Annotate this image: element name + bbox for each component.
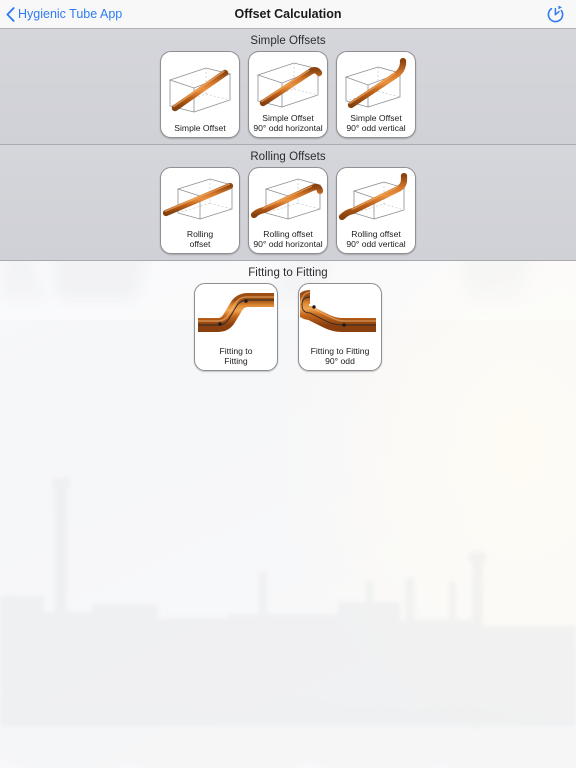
card-row-fitting-to-fitting: Fitting to Fitting Fitting to Fitting 90…: [0, 283, 576, 377]
box-pipe-rolling-icon: [161, 168, 239, 229]
section-title-simple-offsets: Simple Offsets: [250, 35, 326, 47]
pipe-z-bend-90-icon: [299, 284, 381, 346]
card-simple-offset-90-odd-horizontal[interactable]: Simple Offset 90° odd horizontal: [248, 51, 328, 138]
card-label: Fitting to Fitting: [219, 346, 253, 366]
navigation-bar: Hygienic Tube App Offset Calculation: [0, 0, 576, 29]
section-title-rolling-offsets: Rolling Offsets: [250, 151, 326, 163]
section-fitting-to-fitting: Fitting to Fitting Fitting to Fitting Fi…: [0, 261, 576, 377]
page-title: Offset Calculation: [234, 7, 342, 21]
card-label: Rolling offset 90° odd vertical: [346, 229, 406, 249]
card-label: Fitting to Fitting 90° odd: [310, 346, 370, 366]
refresh-circle-icon[interactable]: [545, 4, 566, 25]
box-pipe-rolling-elbow-vertical-icon: [337, 168, 415, 229]
app-window: Hygienic Tube App Offset Calculation Sim…: [0, 0, 576, 768]
content-area: Simple Offsets Simple Offset Simple Offs…: [0, 29, 576, 377]
section-rolling-offsets: Rolling Offsets Rolling offset Rolling o…: [0, 145, 576, 260]
section-simple-offsets: Simple Offsets Simple Offset Simple Offs…: [0, 29, 576, 144]
card-simple-offset[interactable]: Simple Offset: [160, 51, 240, 138]
box-pipe-diagonal-elbow-vertical-icon: [337, 52, 415, 113]
card-label: Simple Offset: [174, 123, 226, 133]
box-pipe-diagonal-elbow-horizontal-icon: [249, 52, 327, 113]
card-label: Rolling offset 90° odd horizontal: [253, 229, 323, 249]
pipe-s-bend-icon: [195, 284, 277, 346]
section-title-fitting-to-fitting: Fitting to Fitting: [248, 267, 328, 279]
card-rolling-offset[interactable]: Rolling offset: [160, 167, 240, 254]
card-simple-offset-90-odd-vertical[interactable]: Simple Offset 90° odd vertical: [336, 51, 416, 138]
card-row-simple-offsets: Simple Offset Simple Offset 90° odd hori…: [0, 51, 576, 144]
card-rolling-offset-90-odd-horizontal[interactable]: Rolling offset 90° odd horizontal: [248, 167, 328, 254]
box-pipe-rolling-elbow-horizontal-icon: [249, 168, 327, 229]
box-pipe-diagonal-icon: [161, 52, 239, 123]
card-rolling-offset-90-odd-vertical[interactable]: Rolling offset 90° odd vertical: [336, 167, 416, 254]
card-label: Rolling offset: [186, 229, 214, 249]
card-label: Simple Offset 90° odd horizontal: [253, 113, 323, 133]
card-row-rolling-offsets: Rolling offset Rolling offset 90° odd ho…: [0, 167, 576, 260]
card-fitting-to-fitting-90-odd[interactable]: Fitting to Fitting 90° odd: [298, 283, 382, 371]
card-fitting-to-fitting[interactable]: Fitting to Fitting: [194, 283, 278, 371]
card-label: Simple Offset 90° odd vertical: [346, 113, 406, 133]
